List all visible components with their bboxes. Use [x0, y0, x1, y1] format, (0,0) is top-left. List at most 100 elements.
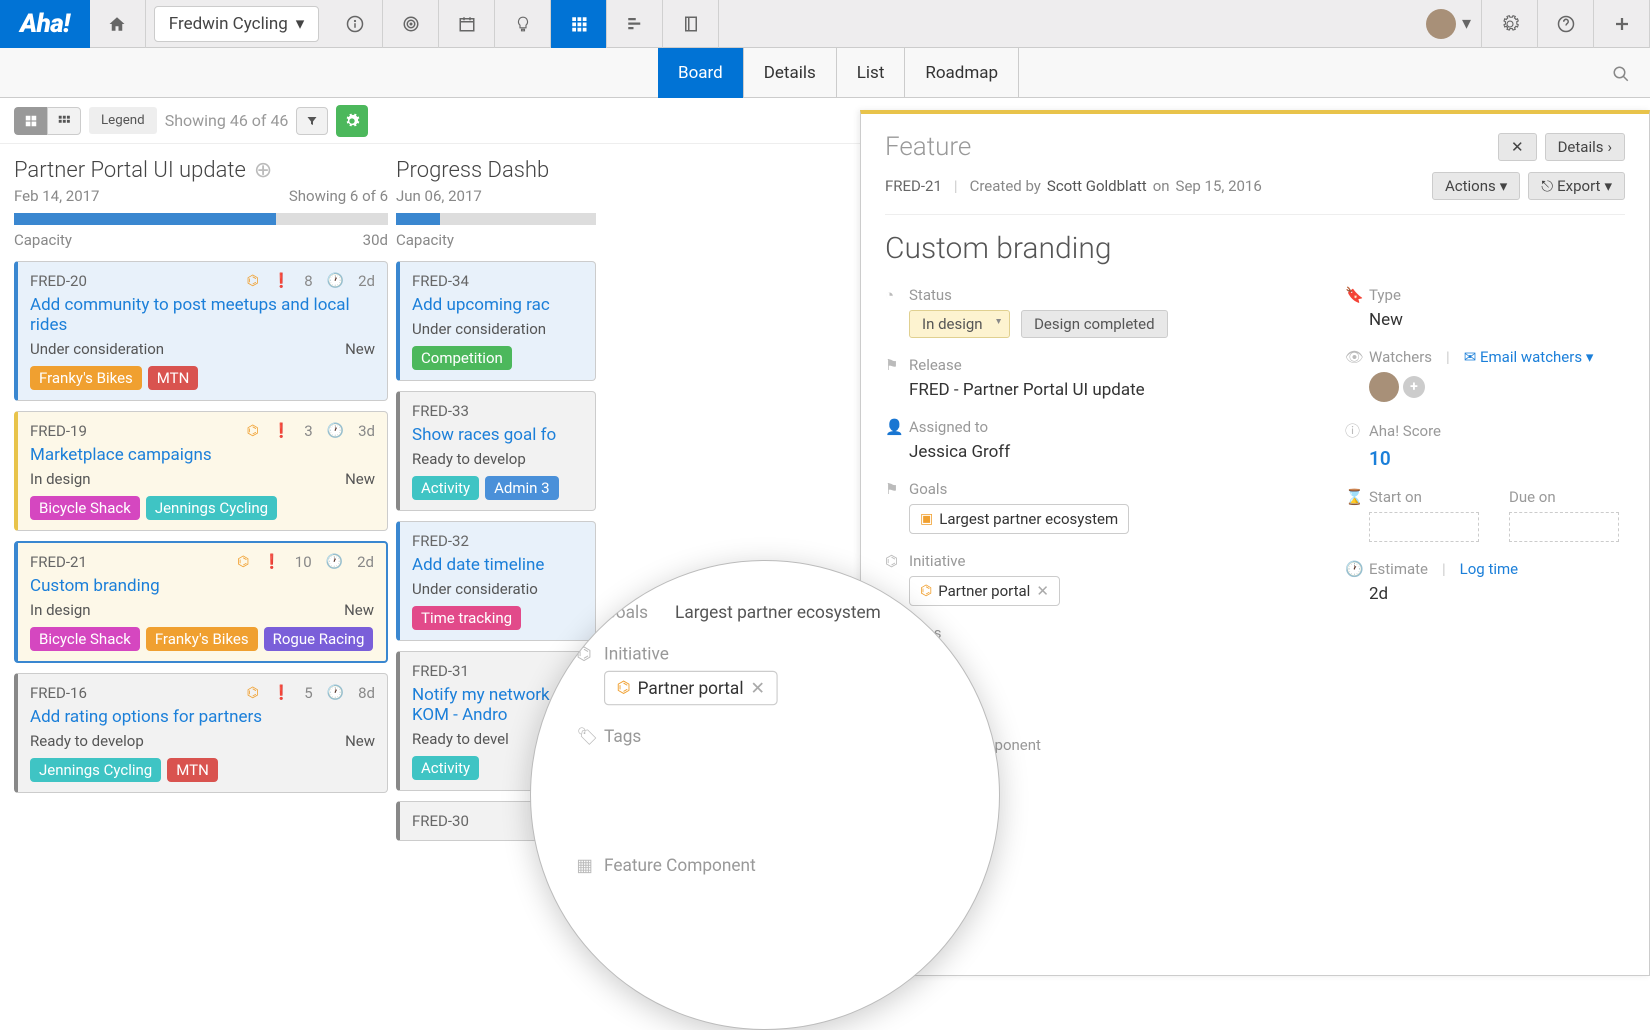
- target-icon[interactable]: [383, 0, 439, 48]
- card-status: In design: [30, 470, 91, 488]
- card-title-link[interactable]: Marketplace campaigns: [30, 445, 375, 465]
- card-tag[interactable]: MTN: [167, 758, 218, 782]
- card-tag[interactable]: Activity: [412, 476, 479, 500]
- info-icon[interactable]: [327, 0, 383, 48]
- feature-title[interactable]: Custom branding: [885, 231, 1625, 266]
- release-value[interactable]: FRED - Partner Portal UI update: [909, 380, 1305, 400]
- tag-chip[interactable]: Bicycle Shack✕: [909, 648, 1052, 677]
- card-status: Ready to develop: [412, 450, 526, 468]
- card-tag[interactable]: Time tracking: [412, 606, 521, 630]
- feature-card[interactable]: FRED-21⌬❗10🕐2d Custom branding In design…: [14, 541, 388, 663]
- card-tag[interactable]: Activity: [412, 756, 479, 780]
- email-watchers-link[interactable]: ✉ Email watchers ▾: [1464, 348, 1594, 366]
- card-title-link[interactable]: Custom branding: [30, 576, 374, 596]
- card-id: FRED-34: [412, 272, 469, 290]
- feature-card[interactable]: FRED-19⌬❗3🕐3d Marketplace campaigns In d…: [14, 411, 388, 531]
- initiative-chip[interactable]: ⌬Partner portal✕: [909, 576, 1060, 606]
- log-time-link[interactable]: Log time: [1460, 560, 1518, 578]
- clock-icon: 🕐: [326, 554, 343, 570]
- tab-list[interactable]: List: [837, 48, 906, 98]
- feature-id: FRED-21: [885, 177, 942, 195]
- tab-roadmap[interactable]: Roadmap: [905, 48, 1019, 98]
- card-tag[interactable]: Franky's Bikes: [146, 627, 258, 651]
- card-title-link[interactable]: Show races goal fo: [412, 425, 583, 445]
- hierarchy-icon: ⌬: [247, 273, 259, 289]
- count-icon: ❗: [273, 685, 290, 701]
- feature-card[interactable]: FRED-31 Notify my network KOM - Andro Re…: [396, 651, 596, 791]
- status-select[interactable]: In design: [909, 310, 1010, 338]
- help-icon[interactable]: [1538, 0, 1594, 48]
- card-status: Under consideration: [30, 340, 164, 358]
- search-icon[interactable]: [1592, 61, 1650, 85]
- remove-tag-icon[interactable]: ✕: [1178, 653, 1191, 672]
- chevron-right-icon: ›: [1607, 138, 1612, 156]
- gear-icon[interactable]: [1482, 0, 1538, 48]
- card-title-link[interactable]: Add date timeline: [412, 555, 583, 575]
- lightbulb-icon[interactable]: [495, 0, 551, 48]
- card-title-link[interactable]: Add upcoming rac: [412, 295, 583, 315]
- remove-icon[interactable]: ✕: [1036, 582, 1049, 600]
- remove-tag-icon[interactable]: ✕: [1027, 653, 1040, 672]
- sub-nav: Board Details List Roadmap: [0, 48, 1650, 98]
- legend-button[interactable]: Legend: [89, 107, 157, 134]
- due-date-input[interactable]: [1509, 512, 1619, 542]
- capacity-label: Capacity: [396, 231, 454, 249]
- card-tag[interactable]: Competition: [412, 346, 512, 370]
- card-tag[interactable]: Franky's Bikes: [30, 366, 142, 390]
- card-tag[interactable]: MTN: [148, 366, 199, 390]
- feature-card[interactable]: FRED-30: [396, 801, 596, 841]
- filter-button[interactable]: [296, 107, 328, 135]
- tab-details[interactable]: Details: [744, 48, 837, 98]
- grid-icon[interactable]: [551, 0, 607, 48]
- estimate-value[interactable]: 2d: [1369, 584, 1625, 604]
- count-icon: ❗: [273, 423, 290, 439]
- card-id: FRED-33: [412, 402, 469, 420]
- workspace-selector[interactable]: Fredwin Cycling▾: [154, 6, 320, 42]
- settings-button[interactable]: [336, 105, 368, 137]
- feature-card[interactable]: FRED-34 Add upcoming rac Under considera…: [396, 261, 596, 381]
- plus-icon[interactable]: [1594, 0, 1650, 48]
- created-on: Sep 15, 2016: [1176, 177, 1262, 195]
- status-done-button[interactable]: Design completed: [1021, 310, 1168, 338]
- gantt-icon[interactable]: [607, 0, 663, 48]
- card-tag[interactable]: Jennings Cycling: [30, 758, 161, 782]
- feature-card[interactable]: FRED-16⌬❗5🕐8d Add rating options for par…: [14, 673, 388, 793]
- clock-icon: 🕐: [1345, 560, 1361, 578]
- score-value[interactable]: 10: [1369, 447, 1625, 470]
- logo[interactable]: Aha!: [0, 0, 90, 48]
- notebook-icon[interactable]: [663, 0, 719, 48]
- hierarchy-icon: ⌬: [237, 554, 249, 570]
- type-value[interactable]: New: [1369, 310, 1625, 330]
- card-title-link[interactable]: Add community to post meetups and local …: [30, 295, 375, 335]
- watcher-avatar[interactable]: [1369, 372, 1399, 402]
- card-title-link[interactable]: Add rating options for partners: [30, 707, 375, 727]
- details-button[interactable]: Details ›: [1545, 133, 1625, 161]
- view-compact-button[interactable]: [14, 107, 47, 135]
- flag-icon: ⚑: [885, 356, 901, 374]
- calendar-icon[interactable]: [439, 0, 495, 48]
- remove-tag-icon[interactable]: ✕: [1027, 688, 1040, 707]
- add-watcher-button[interactable]: +: [1403, 376, 1425, 398]
- tab-board[interactable]: Board: [658, 48, 744, 98]
- tag-chip[interactable]: Rogue Racing✕: [909, 683, 1052, 712]
- view-grid-button[interactable]: [47, 107, 81, 135]
- card-title-link[interactable]: Notify my network KOM - Andro: [412, 685, 583, 725]
- card-tag[interactable]: Bicycle Shack: [30, 496, 140, 520]
- home-icon[interactable]: [90, 0, 146, 48]
- add-icon[interactable]: ⊕: [254, 158, 272, 183]
- card-tag[interactable]: Bicycle Shack: [30, 627, 140, 651]
- close-button[interactable]: ✕: [1498, 133, 1537, 161]
- tag-chip[interactable]: Franky's Bikes✕: [1058, 648, 1203, 677]
- feature-card[interactable]: FRED-33 Show races goal fo Ready to deve…: [396, 391, 596, 511]
- card-tag[interactable]: Jennings Cycling: [146, 496, 277, 520]
- goal-chip[interactable]: ▣Largest partner ecosystem: [909, 504, 1129, 534]
- card-tag[interactable]: Rogue Racing: [264, 627, 374, 651]
- user-menu[interactable]: ▾: [1416, 0, 1482, 48]
- start-date-input[interactable]: [1369, 512, 1479, 542]
- card-tag[interactable]: Admin 3: [485, 476, 558, 500]
- assignee-value[interactable]: Jessica Groff: [909, 442, 1305, 462]
- feature-card[interactable]: FRED-32 Add date timeline Under consider…: [396, 521, 596, 641]
- feature-card[interactable]: FRED-20⌬❗8🕐2d Add community to post meet…: [14, 261, 388, 401]
- export-button[interactable]: ⎋ Export ▾: [1528, 172, 1625, 200]
- actions-button[interactable]: Actions ▾: [1432, 172, 1520, 200]
